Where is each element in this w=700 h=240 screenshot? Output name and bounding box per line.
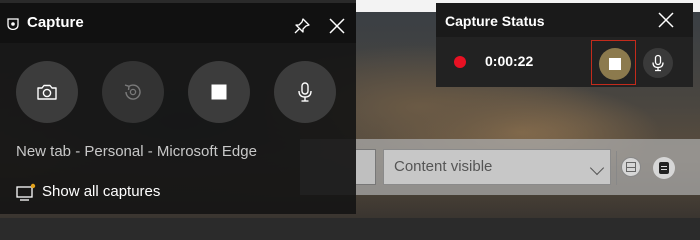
close-icon[interactable] xyxy=(327,16,347,36)
record-last-30-icon xyxy=(124,84,141,100)
record-last-30-seconds-button xyxy=(102,61,164,123)
microphone-toggle-button[interactable] xyxy=(643,48,673,78)
microphone-icon xyxy=(652,54,664,72)
gallery-icon xyxy=(16,183,36,201)
background-toolbar-button[interactable] xyxy=(356,149,376,185)
camera-icon xyxy=(37,84,57,100)
show-all-captures-label: Show all captures xyxy=(42,183,161,200)
capture-status-widget: Capture Status 0:00:22 xyxy=(436,3,693,87)
capture-widget: Capture New tab - Personal - Microsoft E… xyxy=(0,0,356,214)
recording-timer: 0:00:22 xyxy=(485,53,534,69)
capture-source-label: New tab - Personal - Microsoft Edge xyxy=(16,143,257,160)
capture-status-header: Capture Status xyxy=(436,3,693,37)
recording-indicator-icon xyxy=(454,56,466,68)
microphone-icon xyxy=(298,82,312,102)
microphone-button[interactable] xyxy=(274,61,336,123)
capture-header: Capture xyxy=(0,3,356,43)
toolbar-divider xyxy=(616,151,617,185)
pin-icon[interactable] xyxy=(293,17,311,35)
content-visibility-dropdown[interactable]: Content visible xyxy=(383,149,611,185)
chevron-down-icon xyxy=(589,160,605,176)
capture-title: Capture xyxy=(27,14,84,31)
capture-widget-logo-icon xyxy=(7,18,19,30)
dropdown-value: Content visible xyxy=(394,158,493,175)
stop-icon xyxy=(211,84,227,100)
stop-recording-status-button[interactable] xyxy=(599,48,631,80)
screenshot-button[interactable] xyxy=(16,61,78,123)
list-view-icon[interactable] xyxy=(653,157,675,179)
stop-recording-button[interactable] xyxy=(188,61,250,123)
close-icon[interactable] xyxy=(657,11,675,29)
grid-view-icon[interactable] xyxy=(621,157,641,177)
capture-status-title: Capture Status xyxy=(445,13,545,29)
